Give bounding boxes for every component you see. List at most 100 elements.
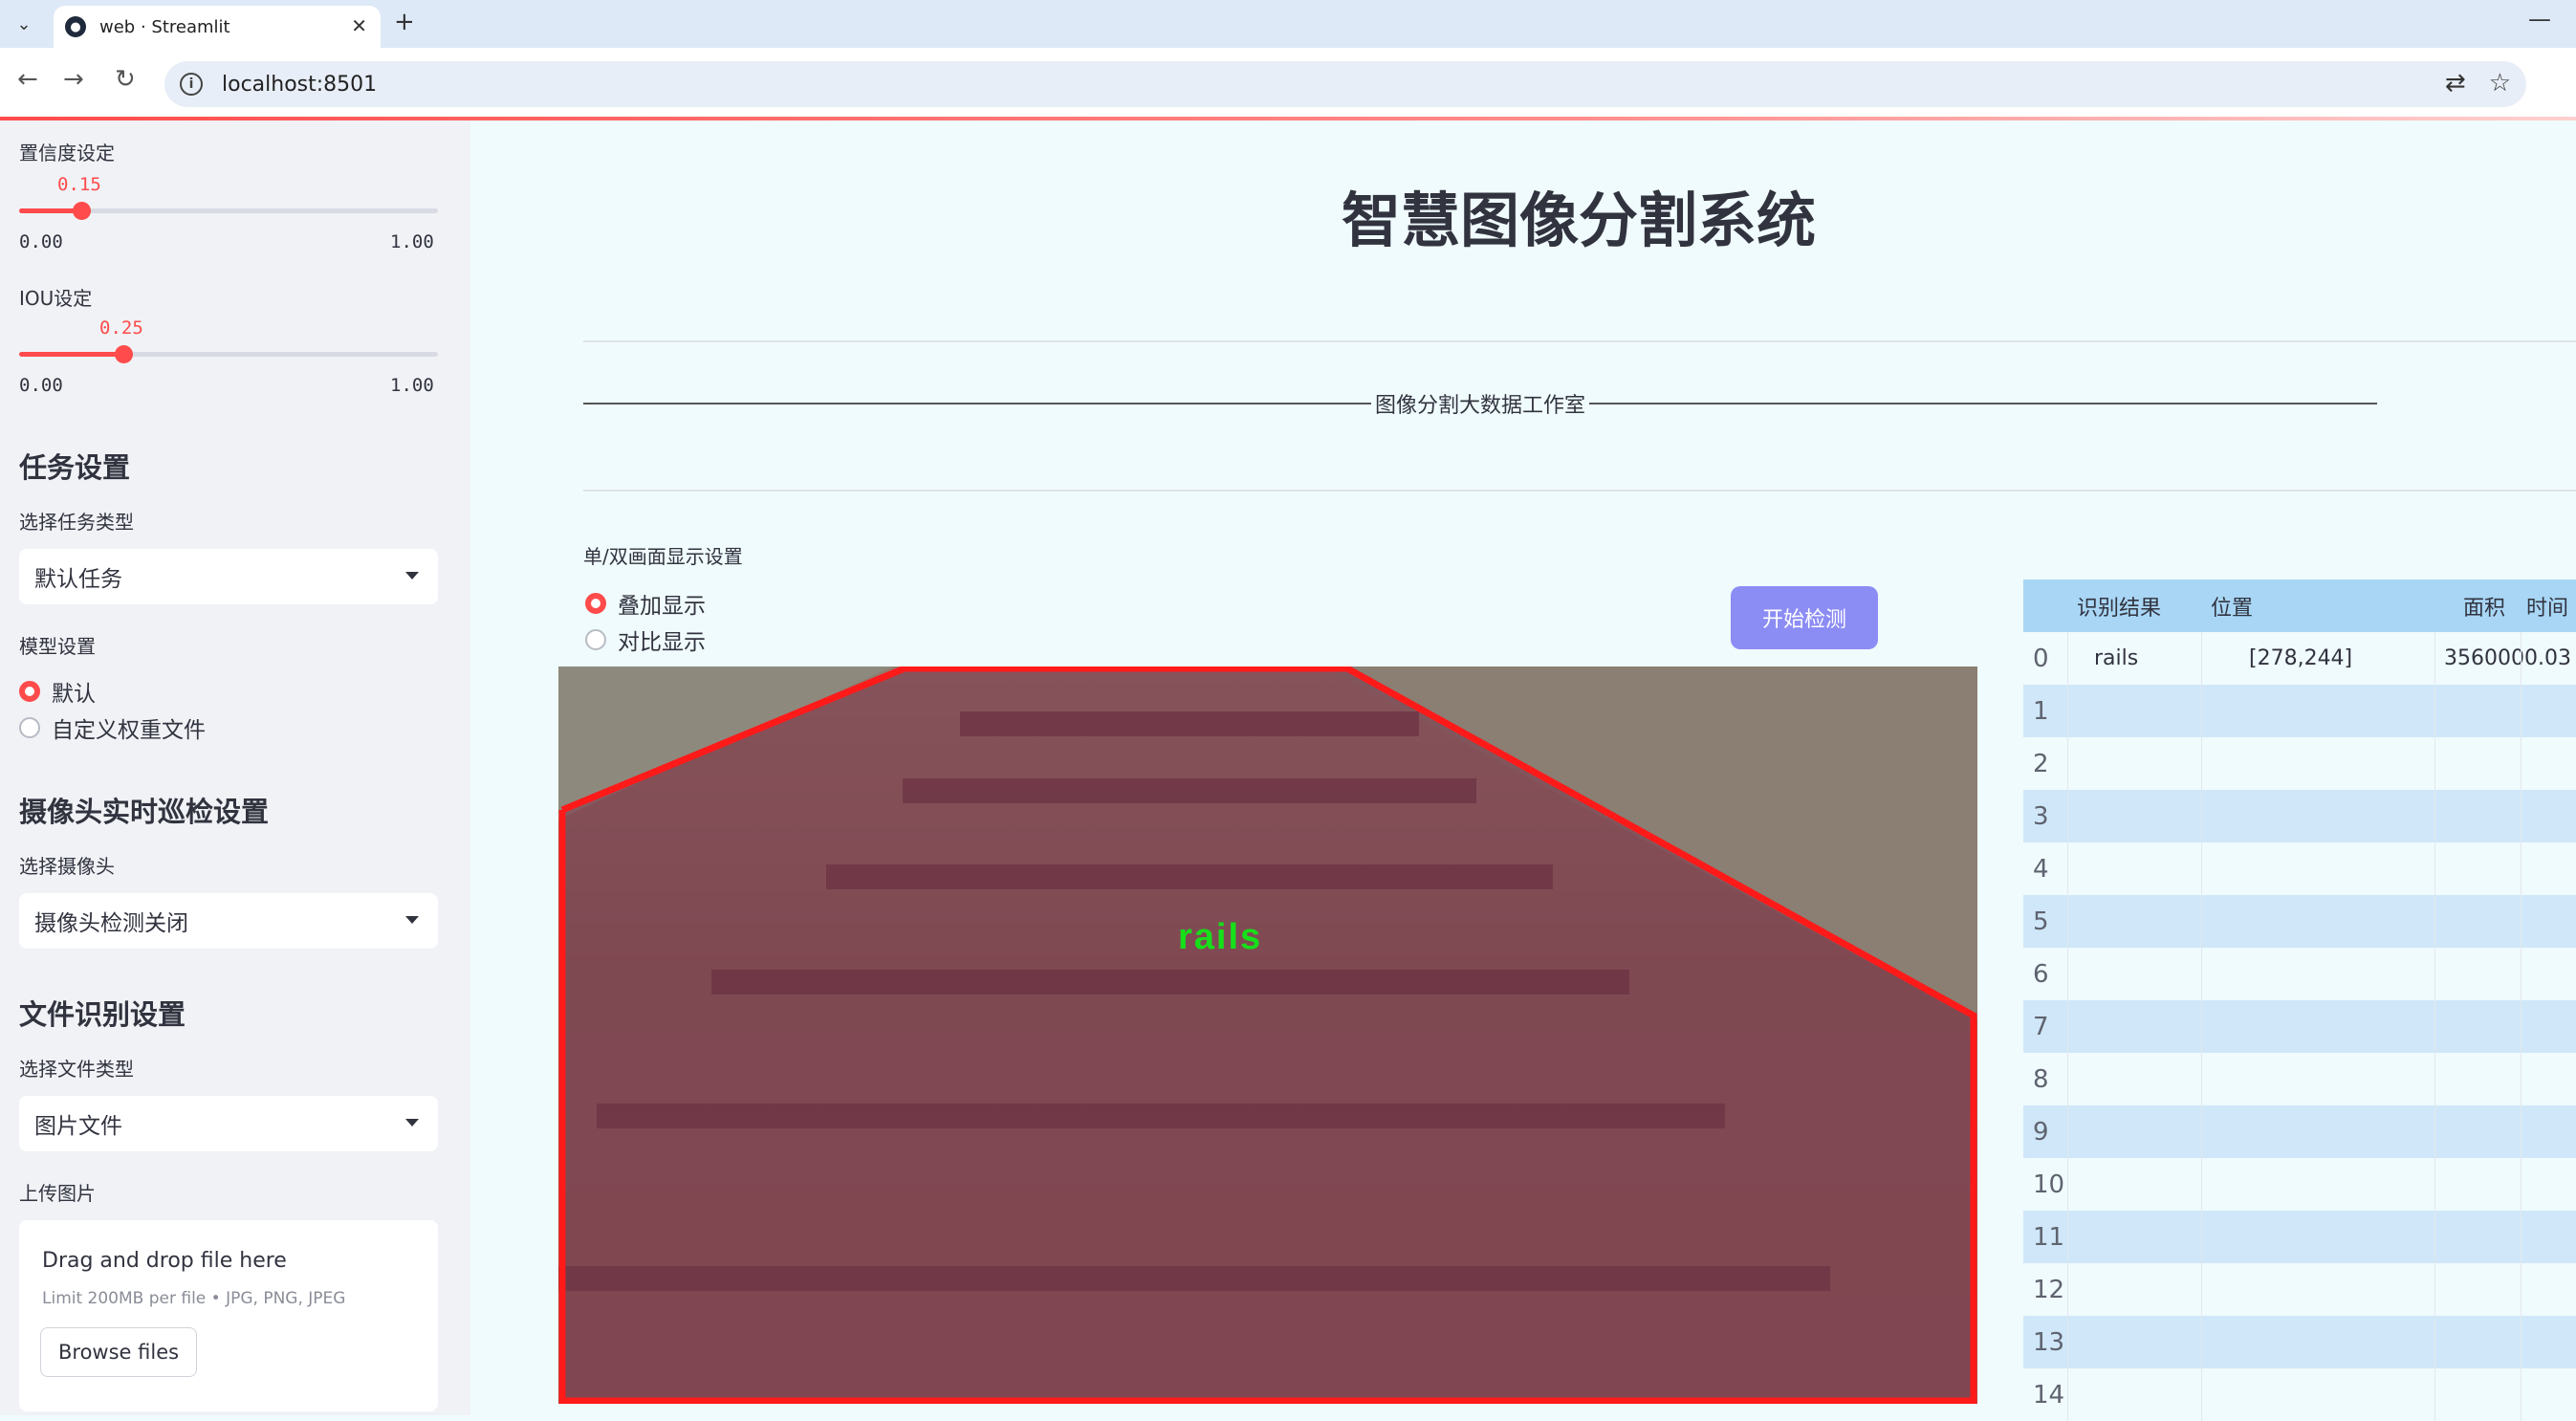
table-row[interactable]: 8 [2023, 1053, 2576, 1105]
row-index: 13 [2033, 1327, 2065, 1357]
cell-result: rails [2094, 646, 2139, 670]
iou-slider-fill [19, 352, 123, 357]
sidebar: 置信度设定 0.15 0.00 1.00 IOU设定 0.25 0.00 1.0… [0, 120, 470, 1415]
table-row[interactable]: 14 [2023, 1368, 2576, 1421]
tab-title: web · Streamlit [99, 16, 230, 37]
camera-select[interactable]: 摄像头检测关闭 [19, 893, 438, 949]
column-divider [2434, 790, 2435, 842]
column-divider [2434, 842, 2435, 895]
table-row[interactable]: 2 [2023, 737, 2576, 790]
file-type-value: 图片文件 [34, 1114, 122, 1139]
camera-settings-heading: 摄像头实时巡检设置 [19, 796, 270, 828]
column-divider [2201, 1263, 2202, 1316]
chevron-down-icon [405, 1119, 419, 1126]
column-divider [2201, 1368, 2202, 1421]
table-row[interactable]: 0 rails [278,244] 3560000.03 [2023, 632, 2576, 685]
column-divider [2434, 1158, 2435, 1211]
column-divider [2201, 737, 2202, 790]
iou-slider[interactable] [19, 345, 438, 363]
tab-close-icon[interactable]: ✕ [351, 14, 367, 37]
header-area: 面积 [2463, 596, 2506, 621]
radio-selected-icon [19, 681, 40, 702]
bookmark-star-icon[interactable]: ☆ [2489, 69, 2511, 98]
table-row[interactable]: 13 [2023, 1316, 2576, 1368]
column-divider [2067, 1263, 2068, 1316]
column-divider [2201, 790, 2202, 842]
row-index: 8 [2033, 1064, 2049, 1094]
browse-files-button[interactable]: Browse files [40, 1327, 198, 1377]
column-divider [2434, 1316, 2435, 1368]
column-divider [2201, 895, 2202, 948]
column-divider [2201, 1211, 2202, 1263]
minimize-icon[interactable]: — [2528, 6, 2551, 33]
row-index: 11 [2033, 1222, 2065, 1252]
site-info-icon[interactable]: i [180, 73, 203, 96]
display-radio-overlay[interactable]: 叠加显示 [585, 587, 706, 620]
row-index: 9 [2033, 1117, 2049, 1147]
table-row[interactable]: 12 [2023, 1263, 2576, 1316]
column-divider [2201, 1158, 2202, 1211]
column-divider [2434, 1263, 2435, 1316]
iou-label: IOU设定 [19, 287, 93, 310]
display-radio-compare[interactable]: 对比显示 [585, 623, 706, 656]
table-row[interactable]: 11 [2023, 1211, 2576, 1263]
table-row[interactable]: 9 [2023, 1105, 2576, 1158]
column-divider [2067, 1211, 2068, 1263]
row-index: 1 [2033, 696, 2049, 726]
address-bar[interactable]: i localhost:8501 ⇄ ☆ [164, 61, 2526, 107]
table-row[interactable]: 1 [2023, 685, 2576, 737]
display-mode-label: 单/双画面显示设置 [583, 545, 743, 568]
cell-position: [278,244] [2249, 646, 2353, 670]
confidence-slider[interactable] [19, 202, 438, 220]
cell-area: 3560000.03 [2444, 646, 2571, 670]
display-option-label: 对比显示 [618, 630, 706, 655]
iou-value: 0.25 [99, 317, 143, 339]
dash-rule [583, 403, 1371, 404]
header-position: 位置 [2211, 596, 2254, 621]
model-settings-label: 模型设置 [19, 635, 96, 658]
column-divider [2067, 1316, 2068, 1368]
table-row[interactable]: 6 [2023, 948, 2576, 1000]
column-divider [2067, 1158, 2068, 1211]
model-radio-default[interactable]: 默认 [19, 675, 96, 708]
new-tab-icon[interactable]: + [394, 8, 415, 36]
reload-icon[interactable]: ↻ [115, 65, 136, 94]
tab-search-icon[interactable]: ⌄ [10, 10, 38, 38]
column-divider [2201, 842, 2202, 895]
file-type-label: 选择文件类型 [19, 1058, 134, 1081]
file-type-select[interactable]: 图片文件 [19, 1096, 438, 1151]
column-divider [2434, 1000, 2435, 1053]
row-index: 4 [2033, 854, 2049, 884]
table-row[interactable]: 5 [2023, 895, 2576, 948]
model-option-label: 自定义权重文件 [52, 718, 206, 743]
forward-icon[interactable]: → [63, 65, 84, 94]
table-row[interactable]: 4 [2023, 842, 2576, 895]
column-divider [2434, 1053, 2435, 1105]
column-divider [2067, 842, 2068, 895]
header-result: 识别结果 [2077, 596, 2162, 621]
column-divider [2434, 1211, 2435, 1263]
start-detection-button[interactable]: 开始检测 [1731, 586, 1878, 649]
table-row[interactable]: 3 [2023, 790, 2576, 842]
browser-tab[interactable]: ● web · Streamlit ✕ [54, 6, 381, 48]
table-row[interactable]: 7 [2023, 1000, 2576, 1053]
camera-value: 摄像头检测关闭 [34, 911, 188, 936]
confidence-value: 0.15 [57, 174, 101, 195]
iou-slider-thumb[interactable] [115, 345, 133, 363]
browser-toolbar: ← → ↻ i localhost:8501 ⇄ ☆ [0, 48, 2576, 120]
task-type-select[interactable]: 默认任务 [19, 549, 438, 604]
column-divider [2067, 737, 2068, 790]
column-divider [2434, 685, 2435, 737]
confidence-slider-thumb[interactable] [73, 202, 91, 220]
column-divider [2434, 948, 2435, 1000]
file-dropzone[interactable]: Drag and drop file here Limit 200MB per … [19, 1220, 438, 1411]
model-radio-custom[interactable]: 自定义权重文件 [19, 711, 206, 744]
browser-tab-bar: ⌄ ● web · Streamlit ✕ + — [0, 0, 2576, 48]
column-divider [2067, 790, 2068, 842]
column-divider [2067, 948, 2068, 1000]
translate-icon[interactable]: ⇄ [2445, 69, 2466, 98]
table-row[interactable]: 10 [2023, 1158, 2576, 1211]
back-icon[interactable]: ← [17, 65, 38, 94]
main-content: 智慧图像分割系统 图像分割大数据工作室 单/双画面显示设置 叠加显示 对比显示 … [470, 120, 2576, 1421]
column-divider [2201, 685, 2202, 737]
